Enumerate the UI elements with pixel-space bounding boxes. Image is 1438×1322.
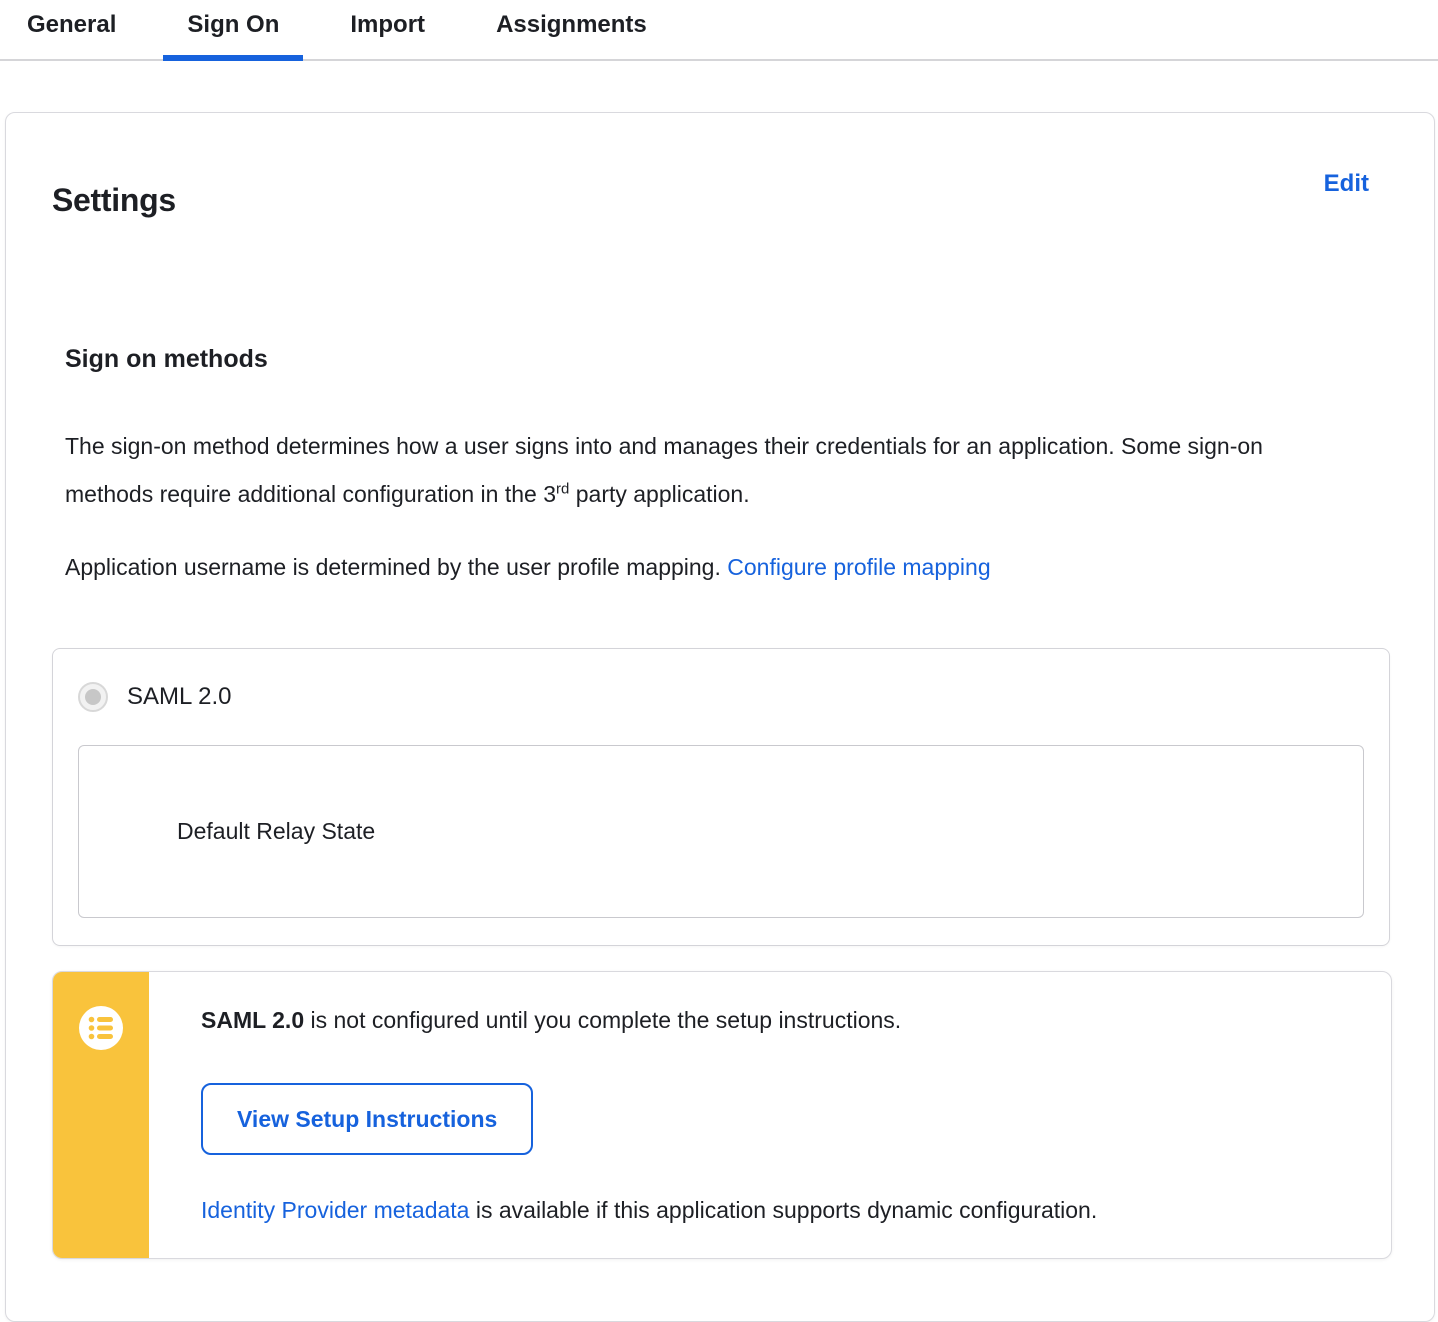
default-relay-state-field: Default Relay State [78,744,1364,918]
description-text-end: party application. [569,480,750,507]
callout-body: SAML 2.0 is not configured until you com… [149,972,1391,1258]
application-username-line: Application username is determined by th… [65,543,1390,591]
application-username-text: Application username is determined by th… [65,553,728,580]
configure-profile-mapping-link[interactable]: Configure profile mapping [727,554,990,580]
callout-caution-band [53,971,149,1258]
sign-on-methods-heading: Sign on methods [65,344,268,373]
saml-radio-label: SAML 2.0 [127,682,232,710]
settings-card: Settings Edit Sign on methods The sign-o… [5,112,1435,1322]
tab-assignments[interactable]: Assignments [472,10,671,59]
view-setup-instructions-button[interactable]: View Setup Instructions [201,1082,534,1155]
saml-radio-row[interactable]: SAML 2.0 [78,681,1364,712]
sign-on-methods-description: The sign-on method determines how a user… [65,422,1305,518]
settings-card-header: Settings Edit [52,160,1390,241]
tab-import[interactable]: Import [326,10,449,59]
callout-message: SAML 2.0 is not configured until you com… [201,1005,1351,1035]
tab-general[interactable]: General [3,10,140,59]
callout-message-rest: is not configured until you complete the… [304,1006,902,1033]
metadata-line: Identity Provider metadata is available … [201,1195,1351,1225]
setup-callout: SAML 2.0 is not configured until you com… [52,970,1392,1259]
description-superscript: rd [556,480,570,498]
setup-instructions-list-icon [79,1005,123,1050]
metadata-line-rest: is available if this application support… [469,1196,1098,1223]
tab-sign-on[interactable]: Sign On [163,10,304,61]
settings-title: Settings [52,182,176,219]
default-relay-state-label: Default Relay State [177,817,376,844]
identity-provider-metadata-link[interactable]: Identity Provider metadata [201,1197,469,1223]
edit-settings-link[interactable]: Edit [1324,170,1369,198]
sign-on-method-box: SAML 2.0 Default Relay State [52,647,1390,946]
app-tab-bar: General Sign On Import Assignments [0,0,1438,61]
saml-radio-button[interactable] [78,681,108,712]
callout-message-bold: SAML 2.0 [201,1006,305,1033]
